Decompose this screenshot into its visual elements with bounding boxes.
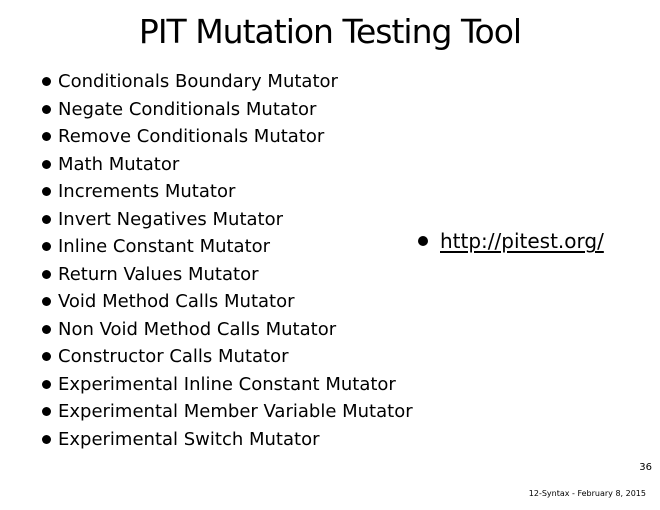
slide-footer: 12-Syntax - February 8, 2015 xyxy=(528,489,646,498)
list-item-label: Negate Conditionals Mutator xyxy=(58,98,317,120)
list-item-label: Inline Constant Mutator xyxy=(58,236,271,257)
slide-title: PIT Mutation Testing Tool xyxy=(138,12,522,51)
list-item-label: Experimental Member Variable Mutator xyxy=(58,401,413,422)
bullet-icon xyxy=(42,187,51,197)
bullet-icon xyxy=(42,77,51,87)
bullet-icon xyxy=(42,352,51,362)
list-item: Experimental Inline Constant Mutator xyxy=(42,371,413,399)
list-item: Increments Mutator xyxy=(42,178,413,206)
bullet-icon xyxy=(42,104,51,114)
list-item-label: Conditionals Boundary Mutator xyxy=(58,71,338,92)
list-item-label: Increments Mutator xyxy=(58,181,236,202)
list-item: Return Values Mutator xyxy=(42,261,413,289)
bullet-icon xyxy=(42,324,51,334)
list-item: Void Method Calls Mutator xyxy=(42,288,413,316)
bullet-icon xyxy=(42,132,51,142)
list-item-label: Void Method Calls Mutator xyxy=(58,291,295,312)
mutator-list: Conditionals Boundary Mutator Negate Con… xyxy=(42,68,413,453)
list-item: Inline Constant Mutator xyxy=(42,233,413,261)
list-item: Experimental Switch Mutator xyxy=(42,426,413,454)
bullet-icon xyxy=(418,236,428,246)
bullet-icon xyxy=(42,297,51,307)
list-item: Invert Negatives Mutator xyxy=(42,206,413,234)
bullet-icon xyxy=(42,214,51,224)
list-item: Remove Conditionals Mutator xyxy=(42,123,413,151)
bullet-icon xyxy=(42,269,51,279)
bullet-icon xyxy=(42,407,51,417)
bullet-icon xyxy=(42,434,51,444)
list-item: Math Mutator xyxy=(42,151,413,179)
list-item: Experimental Member Variable Mutator xyxy=(42,398,413,426)
list-item-label: Constructor Calls Mutator xyxy=(58,346,289,367)
list-item-label: Return Values Mutator xyxy=(58,263,259,285)
list-item-label: Non Void Method Calls Mutator xyxy=(58,318,337,340)
list-item-label: Math Mutator xyxy=(58,153,180,175)
list-item-label: Experimental Switch Mutator xyxy=(58,428,320,450)
list-item: Constructor Calls Mutator xyxy=(42,343,413,371)
list-item-label: Remove Conditionals Mutator xyxy=(58,126,325,147)
list-item-label: Experimental Inline Constant Mutator xyxy=(58,373,396,395)
link-bullet: http://pitest.org/ xyxy=(418,226,604,256)
list-item: Non Void Method Calls Mutator xyxy=(42,316,413,344)
list-item: Negate Conditionals Mutator xyxy=(42,96,413,124)
bullet-icon xyxy=(42,379,51,389)
bullet-icon xyxy=(42,242,51,252)
page-number: 36 xyxy=(639,462,652,473)
list-item: Conditionals Boundary Mutator xyxy=(42,68,413,96)
bullet-icon xyxy=(42,159,51,169)
list-item-label: Invert Negatives Mutator xyxy=(58,208,283,230)
pitest-link[interactable]: http://pitest.org/ xyxy=(440,226,604,256)
